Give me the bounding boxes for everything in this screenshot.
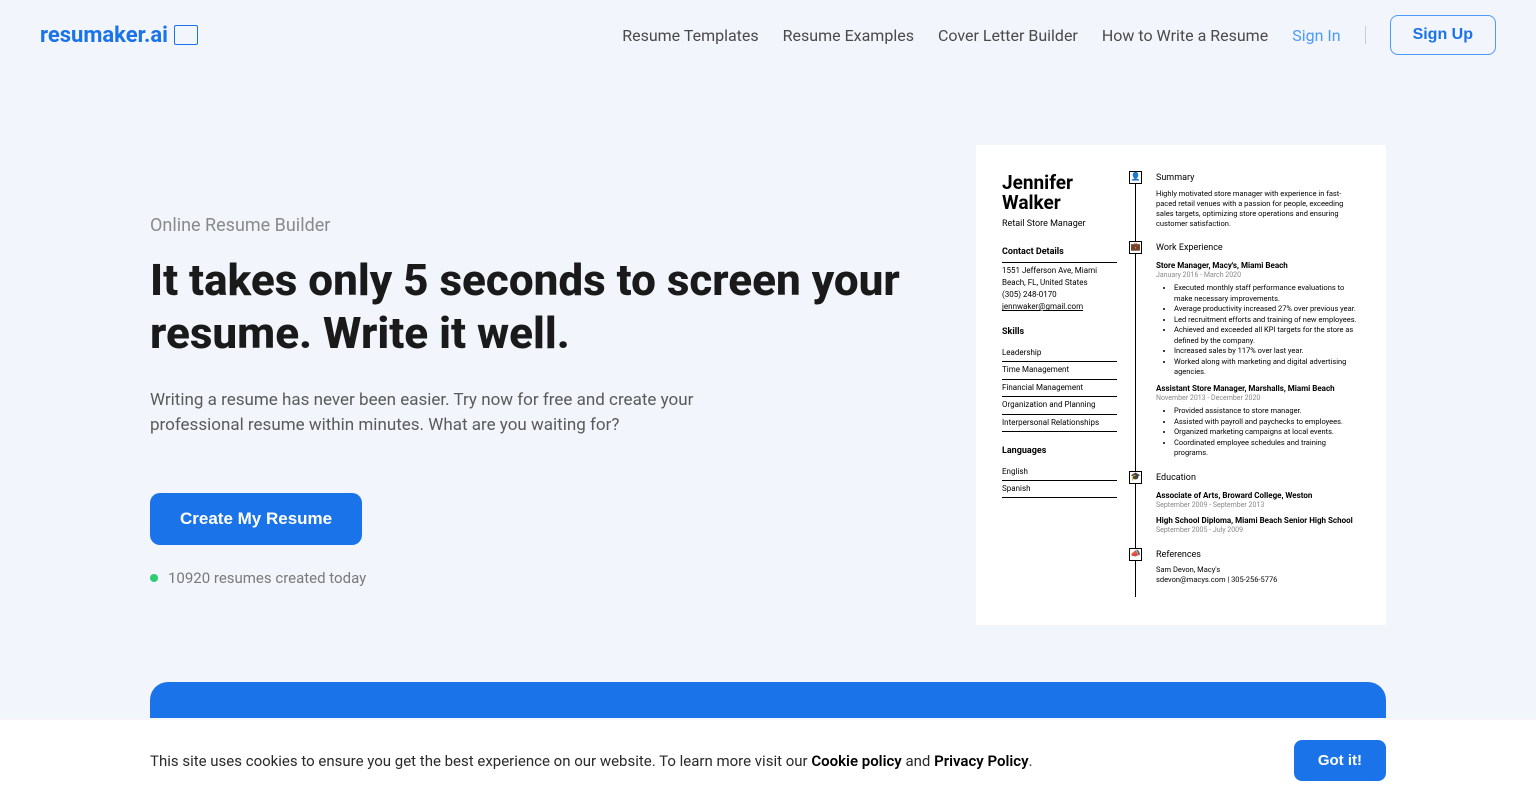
bullet: Worked along with marketing and digital … (1174, 357, 1360, 378)
summary-block: 👤 Summary Highly motivated store manager… (1156, 173, 1360, 229)
skills-heading: Skills (1002, 327, 1117, 343)
reference-name: Sam Devon, Macy's (1156, 565, 1360, 575)
hero-headline: It takes only 5 seconds to screen your r… (150, 254, 916, 360)
privacy-policy-link[interactable]: Privacy Policy (934, 752, 1028, 770)
job-title: Assistant Store Manager, Marshalls, Miam… (1156, 384, 1360, 394)
bullet: Average productivity increased 27% over … (1174, 304, 1360, 315)
job-bullets: Provided assistance to store manager. As… (1156, 406, 1360, 459)
stats-row: 10920 resumes created today (150, 569, 916, 587)
edu-title: High School Diploma, Miami Beach Senior … (1156, 516, 1360, 526)
summary-text: Highly motivated store manager with expe… (1156, 189, 1360, 230)
logo[interactable]: resumaker.ai (40, 23, 198, 48)
hero-section: Online Resume Builder It takes only 5 se… (0, 70, 1536, 625)
resume-preview: Jennifer Walker Retail Store Manager Con… (976, 145, 1386, 625)
person-icon: 👤 (1129, 171, 1142, 184)
graduation-icon: 🎓 (1129, 471, 1142, 484)
cookie-banner: This site uses cookies to ensure you get… (0, 719, 1536, 801)
skill-item: Organization and Planning (1002, 397, 1117, 414)
stats-text: 10920 resumes created today (168, 569, 366, 587)
logo-icon (174, 25, 198, 45)
job-date: January 2016 - March 2020 (1156, 271, 1360, 280)
bullet: Achieved and exceeded all KPI targets fo… (1174, 325, 1360, 346)
create-resume-button[interactable]: Create My Resume (150, 493, 362, 545)
blue-banner (150, 682, 1386, 718)
languages-heading: Languages (1002, 446, 1117, 462)
edu-date: September 2005 - July 2009 (1156, 526, 1360, 535)
skill-item: Financial Management (1002, 380, 1117, 397)
main-nav: Resume Templates Resume Examples Cover L… (622, 15, 1496, 55)
nav-divider (1365, 26, 1366, 44)
header: resumaker.ai Resume Templates Resume Exa… (0, 0, 1536, 70)
megaphone-icon: 📣 (1129, 548, 1142, 561)
education-block: 🎓 Education Associate of Arts, Broward C… (1156, 473, 1360, 536)
reference-contact: sdevon@macys.com | 305-256-5776 (1156, 575, 1360, 585)
nav-cover-letter-builder[interactable]: Cover Letter Builder (938, 26, 1078, 45)
resume-name: Jennifer Walker (1002, 173, 1117, 213)
skills-list: Leadership Time Management Financial Man… (1002, 345, 1117, 432)
contact-block: 1551 Jefferson Ave, Miami Beach, FL, Uni… (1002, 265, 1117, 313)
language-item: Spanish (1002, 481, 1117, 498)
summary-heading: Summary (1156, 173, 1360, 185)
status-dot-icon (150, 574, 158, 582)
cookie-pre: This site uses cookies to ensure you get… (150, 752, 811, 770)
gotit-button[interactable]: Got it! (1294, 740, 1386, 781)
languages-list: English Spanish (1002, 464, 1117, 499)
bullet: Provided assistance to store manager. (1174, 406, 1360, 417)
bullet: Assisted with payroll and paychecks to e… (1174, 417, 1360, 428)
bullet: Increased sales by 117% over last year. (1174, 346, 1360, 357)
contact-address: 1551 Jefferson Ave, Miami Beach, FL, Uni… (1002, 265, 1117, 289)
signin-link[interactable]: Sign In (1292, 26, 1340, 45)
work-heading: Work Experience (1156, 243, 1360, 255)
cookie-policy-link[interactable]: Cookie policy (811, 752, 901, 770)
work-block: 💼 Work Experience Store Manager, Macy's,… (1156, 243, 1360, 459)
contact-email: jennwaker@gmail.com (1002, 301, 1117, 313)
signup-button[interactable]: Sign Up (1390, 15, 1496, 55)
job-title: Store Manager, Macy's, Miami Beach (1156, 261, 1360, 271)
nav-how-to-write[interactable]: How to Write a Resume (1102, 26, 1268, 45)
skill-item: Interpersonal Relationships (1002, 415, 1117, 432)
nav-resume-examples[interactable]: Resume Examples (783, 26, 914, 45)
logo-text: resumaker.ai (40, 23, 168, 48)
skill-item: Leadership (1002, 345, 1117, 362)
contact-phone: (305) 248-0170 (1002, 289, 1117, 301)
references-block: 📣 References Sam Devon, Macy's sdevon@ma… (1156, 550, 1360, 586)
language-item: English (1002, 464, 1117, 481)
job-bullets: Executed monthly staff performance evalu… (1156, 283, 1360, 378)
bullet: Coordinated employee schedules and train… (1174, 438, 1360, 459)
bullet: Executed monthly staff performance evalu… (1174, 283, 1360, 304)
hero-eyebrow: Online Resume Builder (150, 215, 916, 236)
resume-left-column: Jennifer Walker Retail Store Manager Con… (1002, 173, 1117, 597)
job-date: November 2013 - December 2020 (1156, 394, 1360, 403)
references-heading: References (1156, 550, 1360, 562)
cookie-and: and (902, 752, 934, 770)
bullet: Organized marketing campaigns at local e… (1174, 427, 1360, 438)
contact-heading: Contact Details (1002, 247, 1117, 264)
cookie-text: This site uses cookies to ensure you get… (150, 752, 1294, 770)
resume-role: Retail Store Manager (1002, 219, 1117, 231)
bullet: Led recruitment efforts and training of … (1174, 315, 1360, 326)
edu-title: Associate of Arts, Broward College, West… (1156, 491, 1360, 501)
resume-right-column: 👤 Summary Highly motivated store manager… (1135, 173, 1360, 597)
nav-resume-templates[interactable]: Resume Templates (622, 26, 758, 45)
edu-date: September 2009 - September 2013 (1156, 501, 1360, 510)
cookie-dot: . (1029, 752, 1033, 770)
hero-copy: Online Resume Builder It takes only 5 se… (150, 145, 916, 625)
skill-item: Time Management (1002, 362, 1117, 379)
hero-subtext: Writing a resume has never been easier. … (150, 388, 710, 439)
briefcase-icon: 💼 (1129, 241, 1142, 254)
education-heading: Education (1156, 473, 1360, 485)
